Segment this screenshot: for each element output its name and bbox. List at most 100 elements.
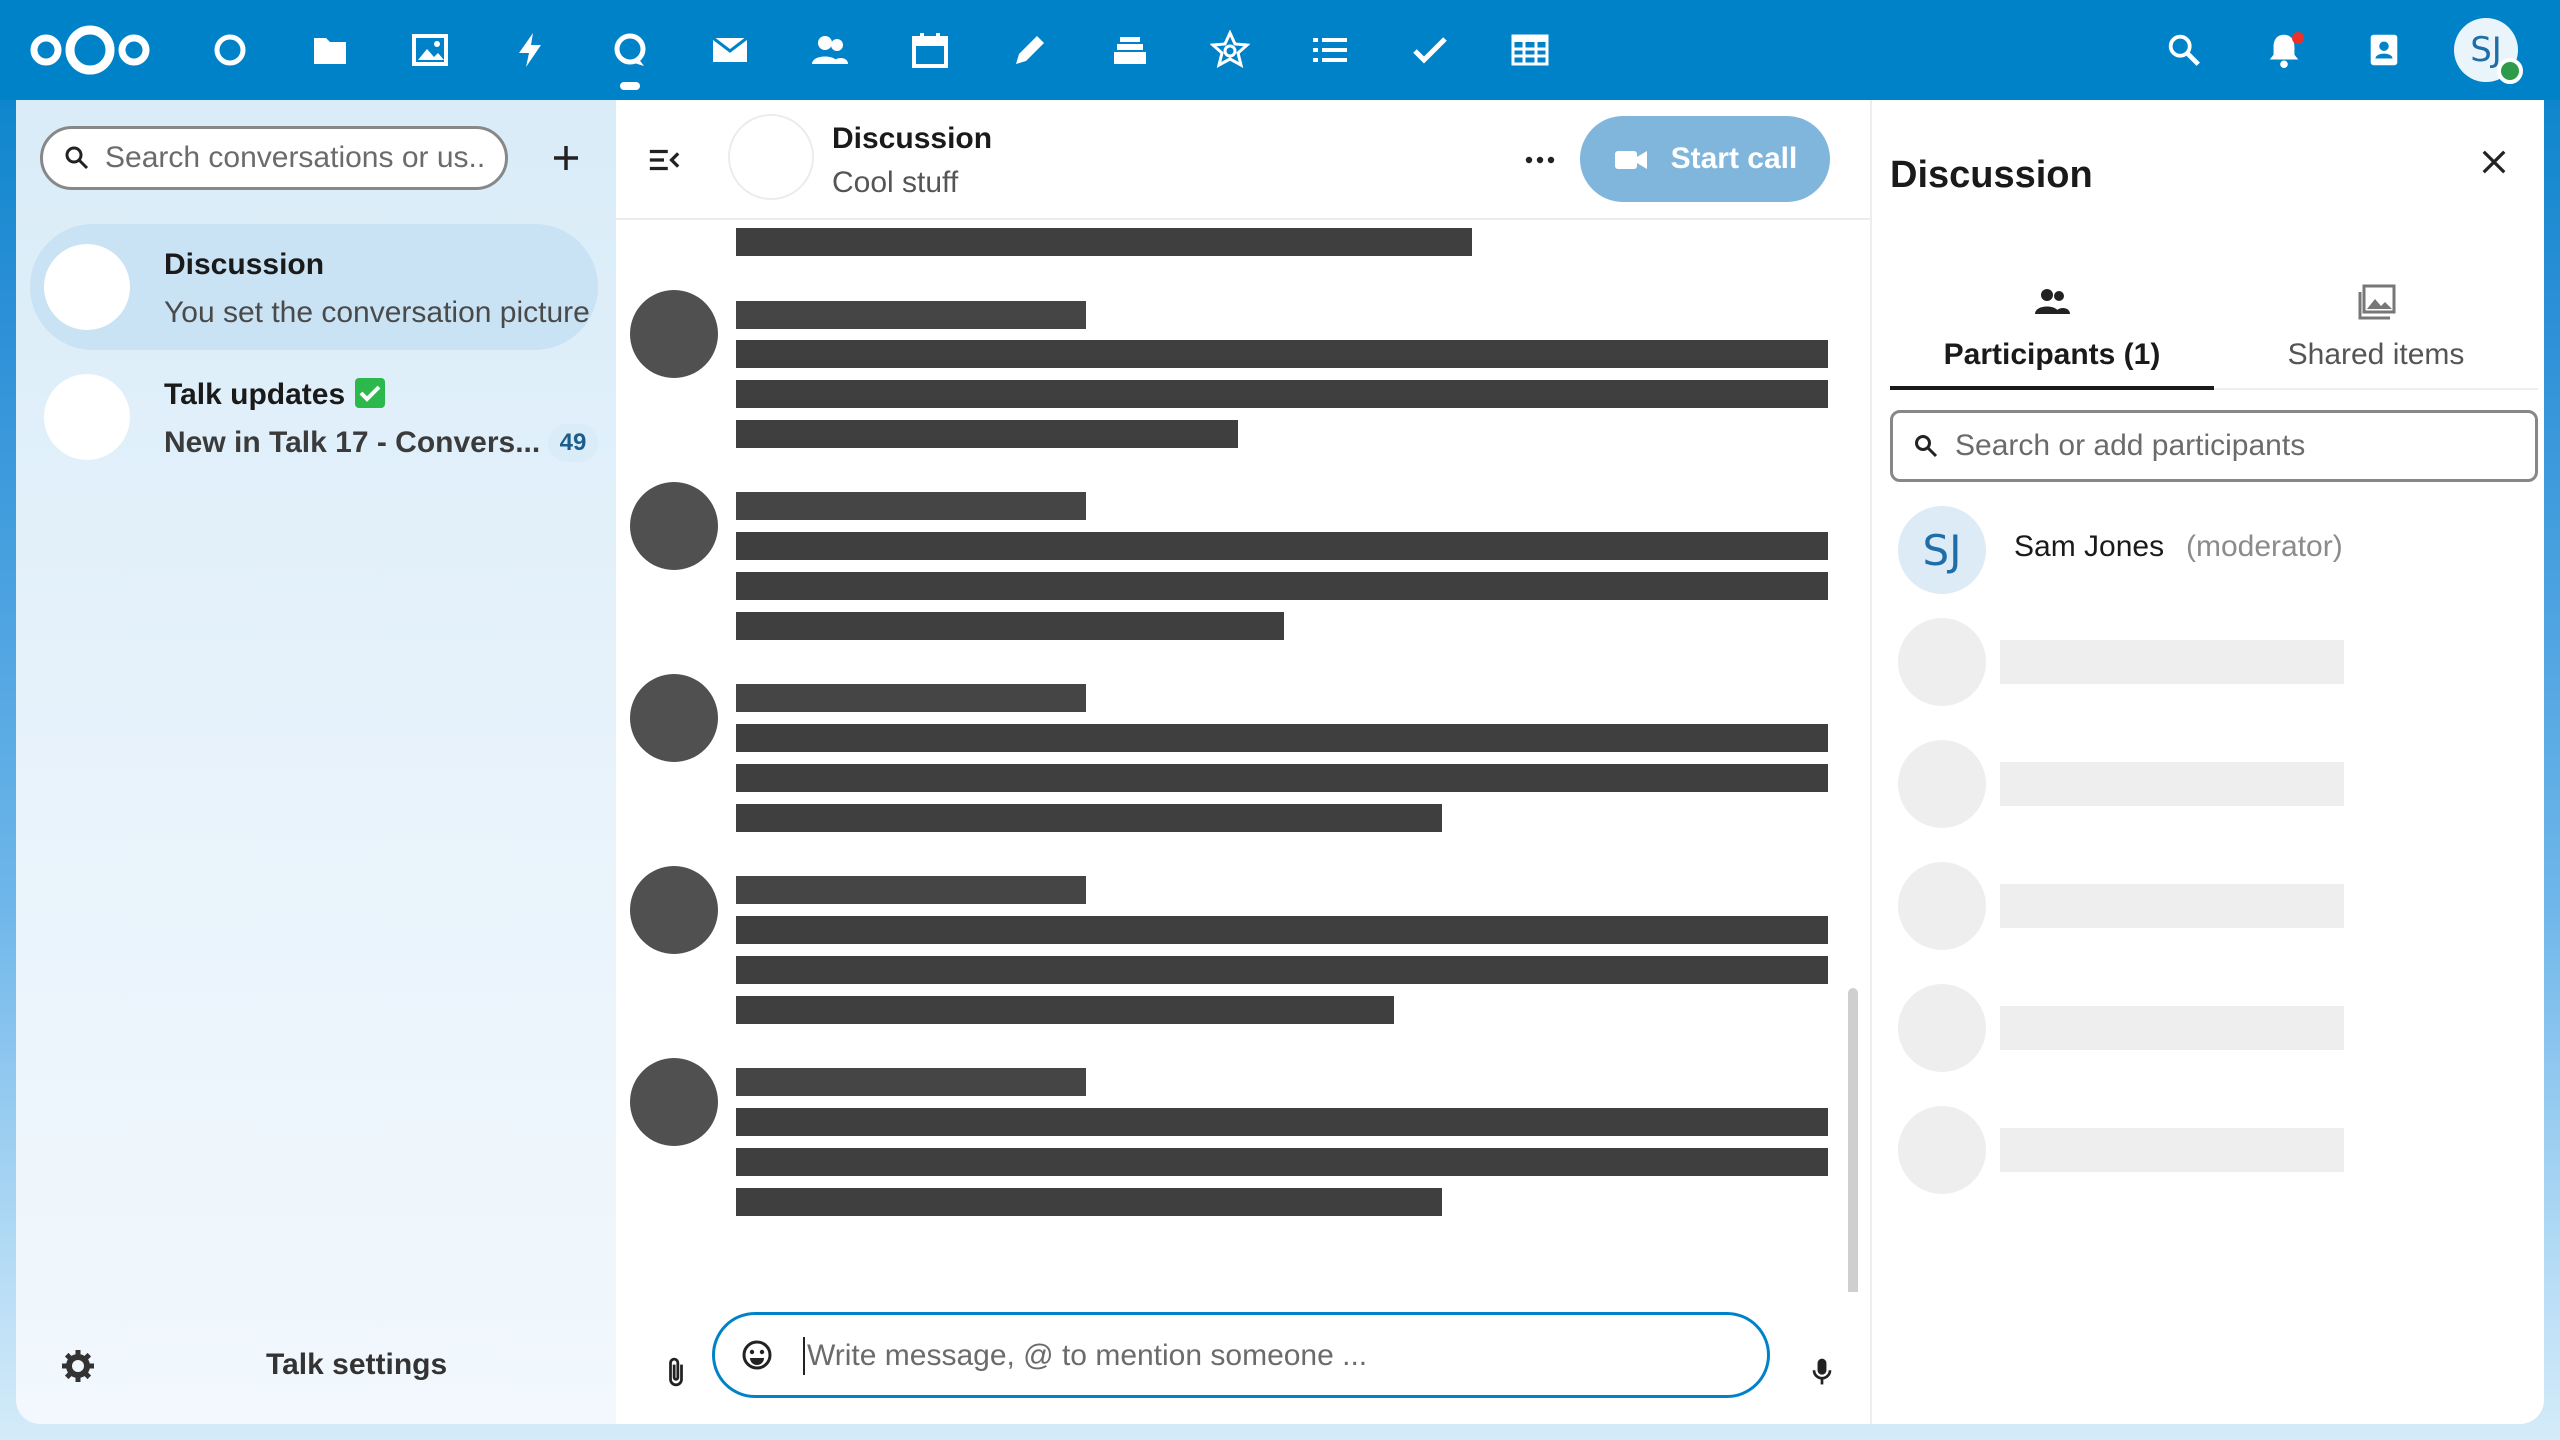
conversation-description: Cool stuff xyxy=(832,166,959,199)
message-placeholder-line xyxy=(736,916,1828,944)
search-icon xyxy=(65,146,89,170)
placeholder-avatar xyxy=(1898,862,1986,950)
participant-item[interactable]: SJ Sam Jones (moderator) xyxy=(1890,500,2538,600)
files-icon[interactable] xyxy=(300,20,360,80)
conversation-last-message: You set the conversation picture xyxy=(164,296,590,329)
new-conversation-button[interactable] xyxy=(538,130,594,186)
talk-settings-button[interactable]: Talk settings xyxy=(16,1324,616,1404)
activity-icon[interactable] xyxy=(500,20,560,80)
message-placeholder-line xyxy=(736,996,1394,1024)
tasks-icon[interactable] xyxy=(1400,20,1460,80)
message-placeholder-line xyxy=(736,1188,1442,1216)
gear-icon xyxy=(62,1350,94,1382)
photos-icon[interactable] xyxy=(400,20,460,80)
attach-file-button[interactable] xyxy=(656,1348,696,1396)
toggle-navigation-button[interactable] xyxy=(640,136,688,184)
placeholder-line xyxy=(2000,884,2344,928)
tables-icon[interactable] xyxy=(1500,20,1560,80)
conversation-title: Discussion xyxy=(832,122,993,155)
message-placeholder-line xyxy=(736,956,1828,984)
tab-participants-label: Participants (1) xyxy=(1943,338,2161,371)
message-composer-input[interactable]: Write message, @ to mention someone ... xyxy=(712,1312,1770,1398)
main-frame: Discussion You set the conversation pict… xyxy=(16,100,2544,1424)
conversation-last-message: New in Talk 17 - Convers... xyxy=(164,426,541,459)
conversation-title: Talk updates xyxy=(164,378,346,411)
circles-icon[interactable] xyxy=(1200,20,1260,80)
message-placeholder-line xyxy=(736,420,1238,448)
placeholder-line xyxy=(2000,762,2344,806)
tab-participants[interactable]: Participants (1) xyxy=(1890,280,2214,380)
message-author-placeholder xyxy=(736,876,1086,904)
placeholder-avatar xyxy=(1898,984,1986,1072)
contacts-menu-icon[interactable] xyxy=(2354,20,2414,80)
message-placeholder-line xyxy=(736,764,1828,792)
conversation-avatar xyxy=(44,374,130,460)
conversation-avatar[interactable] xyxy=(728,114,814,200)
active-app-indicator xyxy=(620,82,640,90)
tab-shared-items-label: Shared items xyxy=(2287,338,2465,371)
online-status-dot xyxy=(2497,58,2523,84)
deck-icon[interactable] xyxy=(1100,20,1160,80)
conversation-item-talk-updates[interactable]: Talk updates New in Talk 17 - Convers...… xyxy=(30,354,598,480)
message-author-avatar xyxy=(630,1058,718,1146)
top-header: SJ xyxy=(0,0,2560,100)
close-icon xyxy=(2482,150,2506,174)
more-horizontal-icon xyxy=(1525,156,1555,164)
participant-search-box[interactable] xyxy=(1890,410,2538,482)
more-actions-button[interactable] xyxy=(1512,136,1568,184)
chat-header: Discussion Cool stuff Start call xyxy=(616,100,1870,220)
participant-role: (moderator) xyxy=(2186,530,2343,563)
unread-count-badge: 49 xyxy=(548,424,598,462)
participant-name: Sam Jones xyxy=(2014,530,2165,563)
sidebar-title: Discussion xyxy=(1890,154,2093,196)
tab-shared-items[interactable]: Shared items xyxy=(2214,280,2538,380)
search-conversations-input[interactable] xyxy=(103,140,487,176)
search-conversations-box[interactable] xyxy=(40,126,508,190)
placeholder-avatar xyxy=(1898,618,1986,706)
active-tab-indicator xyxy=(1890,386,2214,390)
people-icon xyxy=(2035,289,2070,314)
message-placeholder-line xyxy=(736,380,1828,408)
message-placeholder-line xyxy=(736,1108,1828,1136)
participant-search-input[interactable] xyxy=(1953,428,2517,464)
nextcloud-logo[interactable] xyxy=(26,22,154,78)
conversation-title-row: Talk updates xyxy=(164,378,386,412)
video-camera-icon xyxy=(1614,151,1647,169)
search-icon[interactable] xyxy=(2154,20,2214,80)
composer-placeholder: Write message, @ to mention someone ... xyxy=(807,1339,1368,1372)
start-call-button[interactable]: Start call xyxy=(1580,116,1830,202)
notes-icon[interactable] xyxy=(1000,20,1060,80)
placeholder-line xyxy=(2000,1006,2344,1050)
message-author-avatar xyxy=(630,866,718,954)
message-author-placeholder xyxy=(736,1068,1086,1096)
message-placeholder-line xyxy=(736,532,1828,560)
placeholder-avatar xyxy=(1898,740,1986,828)
paperclip-icon xyxy=(669,1357,683,1387)
talk-settings-label: Talk settings xyxy=(266,1348,448,1381)
emoji-icon[interactable] xyxy=(739,1337,775,1373)
notifications-icon[interactable] xyxy=(2254,20,2314,80)
calendar-icon[interactable] xyxy=(900,20,960,80)
dashboard-icon[interactable] xyxy=(200,20,260,80)
message-placeholder-line xyxy=(736,724,1828,752)
conversation-item-discussion[interactable]: Discussion You set the conversation pict… xyxy=(30,224,598,350)
record-voice-button[interactable] xyxy=(1802,1348,1842,1396)
mail-icon[interactable] xyxy=(700,20,760,80)
message-author-avatar xyxy=(630,290,718,378)
placeholder-avatar xyxy=(1898,1106,1986,1194)
contacts-icon[interactable] xyxy=(800,20,860,80)
chat-view: Discussion Cool stuff Start call Write m… xyxy=(616,100,1870,1424)
text-caret xyxy=(803,1337,805,1375)
plus-icon xyxy=(554,146,578,170)
message-placeholder-line xyxy=(736,1148,1828,1176)
close-sidebar-button[interactable] xyxy=(2466,134,2522,190)
message-placeholder-line xyxy=(736,572,1828,600)
search-icon xyxy=(1915,435,1938,458)
photo-library-icon xyxy=(2358,284,2396,320)
talk-icon[interactable] xyxy=(600,20,660,80)
conversation-avatar xyxy=(44,244,130,330)
message-placeholder-line xyxy=(736,804,1442,832)
participant-avatar: SJ xyxy=(1898,506,1986,594)
message-placeholder-line xyxy=(736,228,1472,256)
list-icon[interactable] xyxy=(1300,20,1360,80)
